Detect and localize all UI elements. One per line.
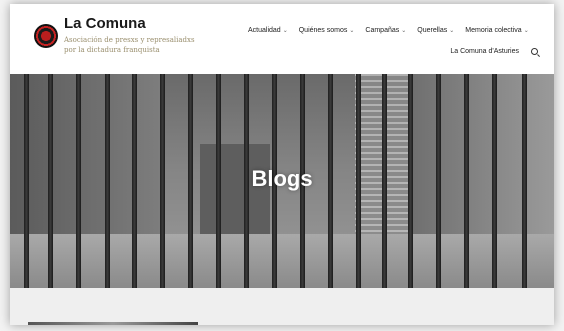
main-nav: Actualidad ⌄ Quiénes somos ⌄ Campañas ⌄ … [248,27,529,34]
chevron-down-icon: ⌄ [282,28,288,34]
content-image-edge [28,322,198,325]
site-logo-icon[interactable] [34,24,58,48]
browser-page: La Comuna Asociación de presxs y represa… [10,4,554,325]
site-tagline: Asociación de presxs y represaliadxs por… [64,36,195,54]
nav-item-label: Quiénes somos [298,27,348,34]
nav-item-querellas[interactable]: Querellas ⌄ [417,27,454,34]
nav-item-actualidad[interactable]: Actualidad ⌄ [248,27,288,34]
nav-item-label: Campañas [365,27,400,34]
nav-item-label: La Comuna d'Asturies [450,48,519,55]
nav-item-label: Querellas [417,27,448,34]
nav-item-quienes-somos[interactable]: Quiénes somos ⌄ [299,27,355,34]
hero-banner: Blogs [10,74,554,288]
secondary-nav: La Comuna d'Asturies [450,48,538,55]
nav-item-campanas[interactable]: Campañas ⌄ [365,27,406,34]
chevron-down-icon: ⌄ [523,28,529,34]
nav-item-la-comuna-asturies[interactable]: La Comuna d'Asturies [450,48,519,55]
nav-item-memoria-colectiva[interactable]: Memoria colectiva ⌄ [465,27,528,34]
site-title[interactable]: La Comuna [64,15,146,32]
site-header: La Comuna Asociación de presxs y represa… [10,4,554,74]
chevron-down-icon: ⌄ [401,28,407,34]
chevron-down-icon: ⌄ [449,28,455,34]
page-title: Blogs [251,166,313,191]
chevron-down-icon: ⌄ [349,28,355,34]
hero-background-floor [10,234,554,288]
search-icon[interactable] [531,48,538,55]
nav-item-label: Memoria colectiva [465,27,522,34]
nav-item-label: Actualidad [248,27,281,34]
content-area [10,288,554,325]
